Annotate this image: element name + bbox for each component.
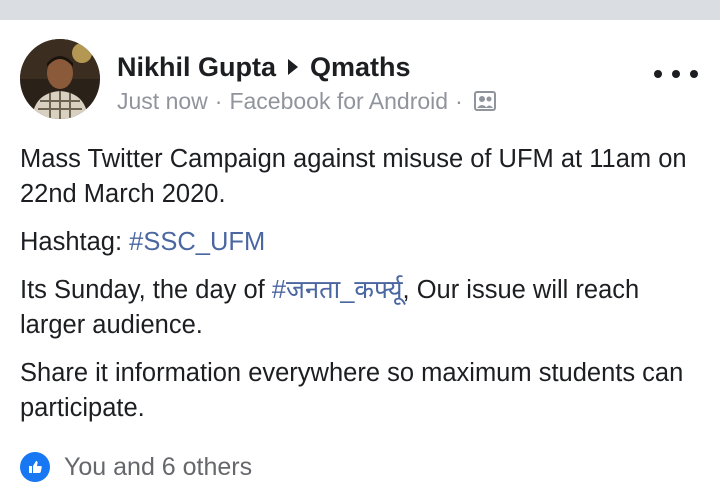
post-card: Nikhil Gupta Qmaths Just now · Facebook … [0,20,720,482]
group-audience-icon [473,91,496,111]
meta-separator: · [455,87,463,114]
more-dot-icon [672,70,680,78]
shared-to-arrow-icon [288,59,299,75]
avatar[interactable] [20,39,100,119]
like-reaction-icon [20,452,50,482]
meta-separator: · [214,87,223,114]
post-header-title: Nikhil Gupta Qmaths [117,50,411,84]
reactions-count-text: You and 6 others [64,452,253,481]
post-text: Share it information everywhere so maxim… [20,359,684,422]
author-name-link[interactable]: Nikhil Gupta [117,52,276,83]
more-dot-icon [690,70,698,78]
post-text: Its Sunday, the day of [20,276,272,304]
timestamp-link[interactable]: Just now [117,88,208,115]
hashtag-link[interactable]: #जनता_कर्फ्यू [272,276,403,304]
post-text: Mass Twitter Campaign against misuse of … [20,145,687,208]
post-paragraph: Hashtag: #SSC_UFM [20,225,710,260]
post-paragraph: Share it information everywhere so maxim… [20,356,710,426]
post-meta: Just now · Facebook for Android · [117,86,496,116]
post-paragraph: Mass Twitter Campaign against misuse of … [20,142,710,212]
avatar-image [20,39,100,119]
post-text: Hashtag: [20,228,130,256]
post-paragraph: Its Sunday, the day of #जनता_कर्फ्यू, Ou… [20,273,710,343]
group-name-link[interactable]: Qmaths [310,52,411,83]
hashtag-link[interactable]: #SSC_UFM [129,228,265,256]
post-options-button[interactable] [654,64,698,84]
reactions-summary[interactable]: You and 6 others [20,452,252,482]
feed-divider [0,0,720,20]
post-source: Facebook for Android [229,87,449,114]
post-body: Mass Twitter Campaign against misuse of … [20,142,710,439]
more-dot-icon [654,70,662,78]
